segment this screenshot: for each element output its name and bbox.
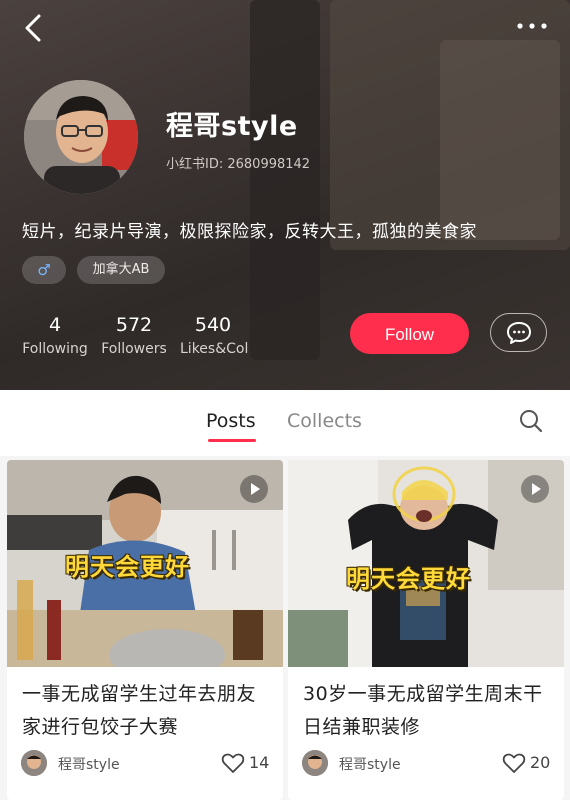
username: 程哥style	[166, 111, 298, 142]
stat-likes-value: 540	[194, 314, 232, 336]
heart-icon[interactable]	[221, 752, 245, 774]
tab-posts[interactable]: Posts	[206, 410, 256, 432]
stat-likes-label: Likes&Col	[180, 341, 249, 357]
author-avatar[interactable]	[302, 750, 328, 776]
author-name[interactable]: 程哥style	[58, 754, 120, 774]
stat-following-label: Following	[22, 341, 88, 357]
gender-tag: ♂	[22, 256, 66, 284]
like-count: 20	[530, 753, 551, 772]
search-icon[interactable]	[518, 408, 544, 434]
avatar[interactable]	[24, 80, 138, 194]
chat-bubble-icon	[507, 322, 531, 344]
video-play-icon	[240, 475, 268, 503]
message-button[interactable]	[490, 313, 547, 352]
active-tab-indicator	[208, 439, 256, 442]
stat-followers[interactable]: 572 Followers	[101, 314, 167, 357]
stat-followers-value: 572	[115, 314, 153, 336]
background-window-pane	[440, 40, 560, 240]
author-name[interactable]: 程哥style	[339, 754, 401, 774]
bio: 短片，纪录片导演，极限探险家，反转大王，孤独的美食家	[22, 222, 477, 242]
post-thumbnail[interactable]: 明天会更好	[288, 460, 564, 667]
stat-followers-label: Followers	[101, 341, 167, 357]
profile-header: 程哥style 小红书ID: 2680998142 短片，纪录片导演，极限探险家…	[0, 0, 570, 390]
author-avatar[interactable]	[21, 750, 47, 776]
post-title[interactable]: 30岁一事无成留学生周末干日结兼职装修	[303, 678, 553, 744]
stat-following[interactable]: 4 Following	[22, 314, 88, 357]
more-options-icon[interactable]	[516, 18, 548, 34]
stat-following-value: 4	[48, 314, 62, 336]
post-card[interactable]: 明天会更好 30岁一事无成留学生周末干日结兼职装修 程哥style 20	[288, 460, 564, 800]
follow-button[interactable]: Follow	[350, 313, 469, 354]
back-arrow-icon[interactable]	[20, 12, 48, 44]
user-id: 小红书ID: 2680998142	[166, 157, 311, 172]
like-count: 14	[249, 753, 270, 772]
post-card[interactable]: 明天会更好 一事无成留学生过年去朋友家进行包饺子大赛 程哥style 14	[7, 460, 283, 800]
post-thumbnail[interactable]: 明天会更好	[7, 460, 283, 667]
thumbnail-caption: 明天会更好	[346, 565, 471, 593]
tab-bar: Posts Collects	[0, 390, 570, 456]
video-play-icon	[521, 475, 549, 503]
stat-likes[interactable]: 540 Likes&Col	[180, 314, 249, 357]
background-figure	[250, 0, 320, 360]
heart-icon[interactable]	[502, 752, 526, 774]
thumbnail-caption: 明天会更好	[65, 553, 190, 581]
post-title[interactable]: 一事无成留学生过年去朋友家进行包饺子大赛	[22, 678, 272, 744]
tab-collects[interactable]: Collects	[287, 410, 362, 432]
location-tag: 加拿大AB	[77, 256, 165, 284]
